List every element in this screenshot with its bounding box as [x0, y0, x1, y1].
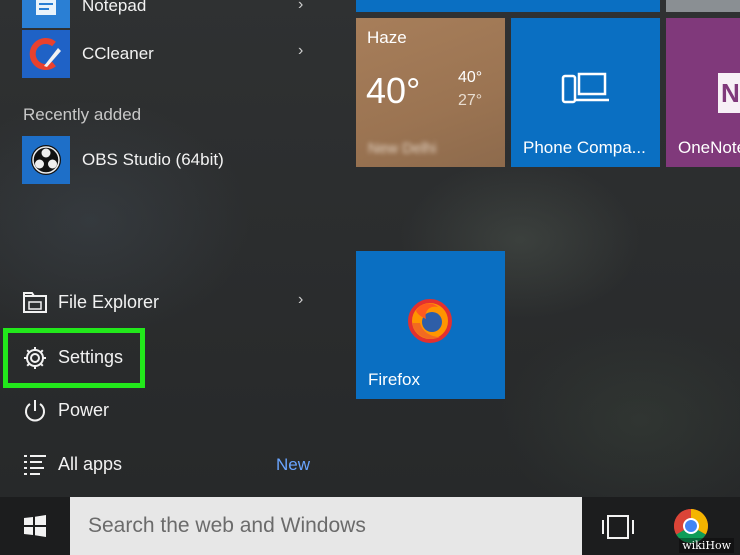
app-item-notepad[interactable]: Notepad ›: [0, 0, 330, 30]
start-menu: Notepad › CCleaner › Recently added OBS …: [0, 0, 740, 497]
app-item-obs-studio[interactable]: OBS Studio (64bit): [0, 134, 330, 186]
settings-highlight-box: [3, 328, 145, 388]
phone-laptop-icon: [561, 72, 609, 104]
onenote-icon: N: [718, 73, 740, 113]
list-icon: [24, 455, 46, 475]
weather-temp: 40°: [366, 70, 421, 111]
power-item[interactable]: Power: [0, 388, 330, 432]
notepad-icon: [22, 0, 70, 28]
tile-label: OneNote: [678, 138, 740, 157]
photos-tile[interactable]: [666, 0, 740, 12]
tile-label: Firefox: [368, 370, 420, 389]
windows-logo-icon: [24, 515, 46, 537]
file-explorer-item[interactable]: File Explorer ›: [0, 280, 330, 324]
file-explorer-label: File Explorer: [58, 292, 160, 312]
weather-city: Haze: [367, 28, 407, 47]
weather-location: New Delhi: [368, 140, 437, 157]
task-view-icon[interactable]: [598, 513, 638, 541]
ccleaner-icon: [22, 30, 70, 78]
chevron-right-icon[interactable]: ›: [298, 0, 303, 14]
tile-label: Phone Compa...: [523, 138, 646, 157]
weather-low: 27°: [458, 92, 483, 109]
taskbar: wikiHow: [0, 497, 740, 555]
firefox-icon: [408, 299, 452, 343]
app-item-label: Notepad: [82, 0, 147, 15]
chevron-right-icon[interactable]: ›: [298, 291, 303, 309]
obs-icon: [22, 136, 70, 184]
start-button[interactable]: [0, 497, 70, 555]
microsoft-edge-tile[interactable]: [356, 0, 660, 12]
app-item-label: CCleaner: [82, 44, 154, 63]
recently-added-heading: Recently added: [23, 105, 142, 124]
new-badge: New: [276, 455, 311, 474]
power-icon: [25, 400, 45, 422]
power-label: Power: [58, 400, 110, 420]
wikihow-watermark: wikiHow: [679, 538, 734, 553]
weather-high: 40°: [458, 69, 483, 86]
all-apps-label: All apps: [58, 454, 123, 474]
app-item-label: OBS Studio (64bit): [82, 150, 224, 169]
onenote-tile[interactable]: N OneNote: [666, 18, 740, 167]
file-explorer-icon: [23, 292, 47, 313]
weather-tile[interactable]: Haze 40° 40° 27° New Delhi: [356, 18, 505, 167]
search-input[interactable]: [70, 497, 582, 555]
firefox-tile[interactable]: Firefox: [356, 251, 505, 399]
phone-companion-tile[interactable]: Phone Compa...: [511, 18, 660, 167]
chevron-right-icon[interactable]: ›: [298, 42, 303, 60]
app-item-ccleaner[interactable]: CCleaner ›: [0, 28, 330, 80]
